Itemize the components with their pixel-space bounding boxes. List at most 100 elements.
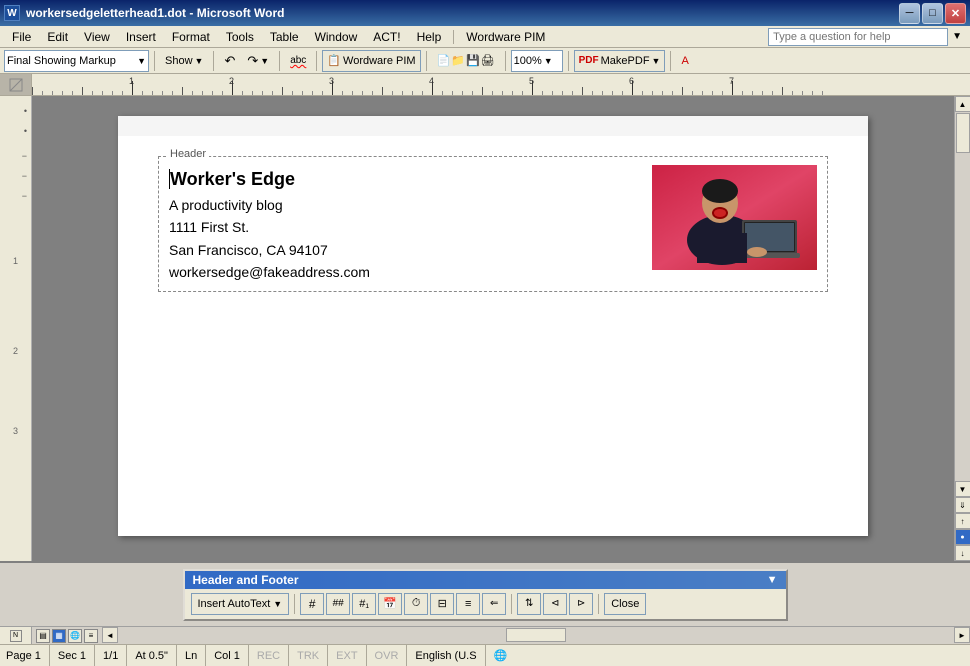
horizontal-scroll-track[interactable]: ◄ ► bbox=[102, 627, 970, 643]
status-lang: English (U.S bbox=[407, 645, 485, 666]
show-button[interactable]: Show ▼ bbox=[160, 50, 208, 72]
app-icon: W bbox=[4, 5, 20, 21]
toolbar-1: Final Showing Markup ▼ Show ▼ ↶ ↷ ▼ abc … bbox=[0, 48, 970, 74]
scroll-left-button[interactable]: ◄ bbox=[102, 627, 118, 643]
menu-edit[interactable]: Edit bbox=[39, 28, 76, 46]
web-layout-button[interactable]: 🌐 bbox=[68, 629, 82, 643]
toolbar-icons-btn[interactable]: 📄 📁 💾 🖨 bbox=[432, 50, 500, 72]
hf-icon-btn-8[interactable]: ⇐ bbox=[482, 593, 506, 615]
scroll-next-button[interactable]: ↓ bbox=[955, 545, 970, 561]
hf-close-button[interactable]: Close bbox=[604, 593, 646, 615]
acrobat-button[interactable]: A bbox=[676, 50, 693, 72]
left-marker-5: − bbox=[0, 191, 31, 201]
body-text-area[interactable] bbox=[158, 302, 828, 502]
status-page-of: 1/1 bbox=[95, 645, 127, 666]
header-footer-buttons: Insert AutoText ▼ # ## #₁ 📅 ⏱ ⊟ bbox=[185, 589, 786, 619]
redo-button[interactable]: ↷ ▼ bbox=[242, 50, 274, 72]
hf-icon-btn-1[interactable]: # bbox=[300, 593, 324, 615]
menu-wordware[interactable]: Wordware PIM bbox=[458, 28, 553, 46]
menu-act[interactable]: ACT! bbox=[365, 28, 408, 46]
left-margin: • • − − − 1 2 3 bbox=[0, 96, 32, 561]
vertical-scrollbar[interactable]: ▲ ▼ ⇓ ↑ ● ↓ bbox=[954, 96, 970, 561]
view-buttons-row: ▤ ▦ 🌐 ≡ bbox=[32, 627, 102, 644]
hf-icon-btn-11[interactable]: ⊳ bbox=[569, 593, 593, 615]
style-dropdown[interactable]: Final Showing Markup ▼ bbox=[4, 50, 149, 72]
menu-insert[interactable]: Insert bbox=[118, 28, 164, 46]
undo-icon: ↶ bbox=[224, 53, 235, 69]
makepdf-button[interactable]: PDF MakePDF ▼ bbox=[574, 50, 666, 72]
format-page-icon: #₁ bbox=[359, 598, 369, 610]
scroll-thumb[interactable] bbox=[956, 113, 970, 153]
outline-view-button[interactable]: ≡ bbox=[84, 629, 98, 643]
globe-icon: 🌐 bbox=[494, 649, 508, 662]
address-line2: San Francisco, CA 94107 bbox=[169, 239, 370, 261]
normal-view-btn[interactable]: N bbox=[10, 630, 22, 642]
menu-file[interactable]: File bbox=[4, 28, 39, 46]
menu-table[interactable]: Table bbox=[262, 28, 307, 46]
minimize-button[interactable]: ─ bbox=[899, 3, 920, 24]
scroll-track[interactable] bbox=[955, 112, 970, 481]
header-text-block: Worker's Edge A productivity blog 1111 F… bbox=[169, 165, 370, 283]
status-bar: Page 1 Sec 1 1/1 At 0.5" Ln Col 1 REC TR… bbox=[0, 644, 970, 666]
scroll-end-button[interactable]: ⇓ bbox=[955, 497, 970, 513]
status-trk: TRK bbox=[289, 645, 328, 666]
scroll-down-button[interactable]: ▼ bbox=[955, 481, 970, 497]
address-line1: 1111 First St. bbox=[169, 216, 370, 238]
help-search-input[interactable] bbox=[768, 28, 948, 46]
header-footer-collapse-icon[interactable]: ▼ bbox=[767, 574, 778, 586]
document-page: Header Worker's Edge A productivity blog… bbox=[118, 116, 868, 536]
menu-window[interactable]: Window bbox=[307, 28, 366, 46]
hf-icon-btn-7[interactable]: ≡ bbox=[456, 593, 480, 615]
print-layout-button[interactable]: ▦ bbox=[52, 629, 66, 643]
time-icon: ⏱ bbox=[412, 597, 421, 610]
hf-icon-btn-3[interactable]: #₁ bbox=[352, 593, 376, 615]
left-page-marker-1: 1 bbox=[0, 256, 31, 266]
left-page-marker-2: 2 bbox=[0, 346, 31, 356]
scroll-right-button[interactable]: ► bbox=[954, 627, 970, 643]
left-page-marker-3: 3 bbox=[0, 426, 31, 436]
hf-icon-btn-9[interactable]: ⇅ bbox=[517, 593, 541, 615]
doc-view-controls: N bbox=[0, 627, 32, 644]
undo-button[interactable]: ↶ bbox=[219, 50, 240, 72]
h-scroll-track[interactable] bbox=[118, 627, 954, 643]
hf-icon-btn-2[interactable]: ## bbox=[326, 593, 350, 615]
wordware-pim-button[interactable]: 📋 MakePDF Wordware PIM bbox=[322, 50, 420, 72]
view-mode-buttons: N bbox=[10, 630, 22, 642]
menu-view[interactable]: View bbox=[76, 28, 118, 46]
horizontal-scrollbar-area: N ▤ ▦ 🌐 ≡ ◄ ► bbox=[0, 626, 970, 644]
menu-bar: File Edit View Insert Format Tools Table… bbox=[0, 26, 970, 48]
hf-icon-btn-5[interactable]: ⏱ bbox=[404, 593, 428, 615]
insert-autotext-button[interactable]: Insert AutoText ▼ bbox=[191, 593, 290, 615]
header-image bbox=[652, 165, 817, 270]
header-footer-toolbar-panel: Header and Footer ▼ Insert AutoText ▼ # … bbox=[183, 569, 788, 621]
header-area[interactable]: Header Worker's Edge A productivity blog… bbox=[158, 156, 828, 292]
header-footer-title-bar[interactable]: Header and Footer ▼ bbox=[185, 571, 786, 589]
menu-help[interactable]: Help bbox=[409, 28, 450, 46]
wordware-pim-icon: 📋 bbox=[327, 54, 341, 67]
menu-format[interactable]: Format bbox=[164, 28, 218, 46]
menu-tools[interactable]: Tools bbox=[218, 28, 262, 46]
folder-icon: 📁 bbox=[451, 54, 465, 67]
hf-icon-btn-6[interactable]: ⊟ bbox=[430, 593, 454, 615]
page-count-icon: ## bbox=[333, 598, 344, 609]
scroll-prev-button[interactable]: ↑ bbox=[955, 513, 970, 529]
maximize-button[interactable]: □ bbox=[922, 3, 943, 24]
makepdf-icon: PDF bbox=[579, 55, 599, 66]
hf-icon-btn-10[interactable]: ⊲ bbox=[543, 593, 567, 615]
document-area[interactable]: Header Worker's Edge A productivity blog… bbox=[32, 96, 954, 561]
close-button[interactable]: ✕ bbox=[945, 3, 966, 24]
scroll-up-button[interactable]: ▲ bbox=[955, 96, 970, 112]
normal-view-button[interactable]: ▤ bbox=[36, 629, 50, 643]
switch-hf-icon: ⇅ bbox=[525, 598, 533, 609]
h-scroll-thumb[interactable] bbox=[506, 628, 566, 642]
company-name: Worker's Edge bbox=[169, 165, 370, 194]
window-controls: ─ □ ✕ bbox=[899, 3, 966, 24]
spell-icon: abc bbox=[290, 55, 306, 66]
scroll-select-button[interactable]: ● bbox=[955, 529, 970, 545]
spell-check-button[interactable]: abc bbox=[285, 50, 311, 72]
hf-icon-btn-4[interactable]: 📅 bbox=[378, 593, 402, 615]
left-marker-2: • bbox=[0, 126, 31, 136]
zoom-dropdown[interactable]: 100% ▼ bbox=[511, 50, 563, 72]
header-image-svg bbox=[652, 165, 817, 270]
ruler-corner-icon bbox=[8, 77, 24, 93]
